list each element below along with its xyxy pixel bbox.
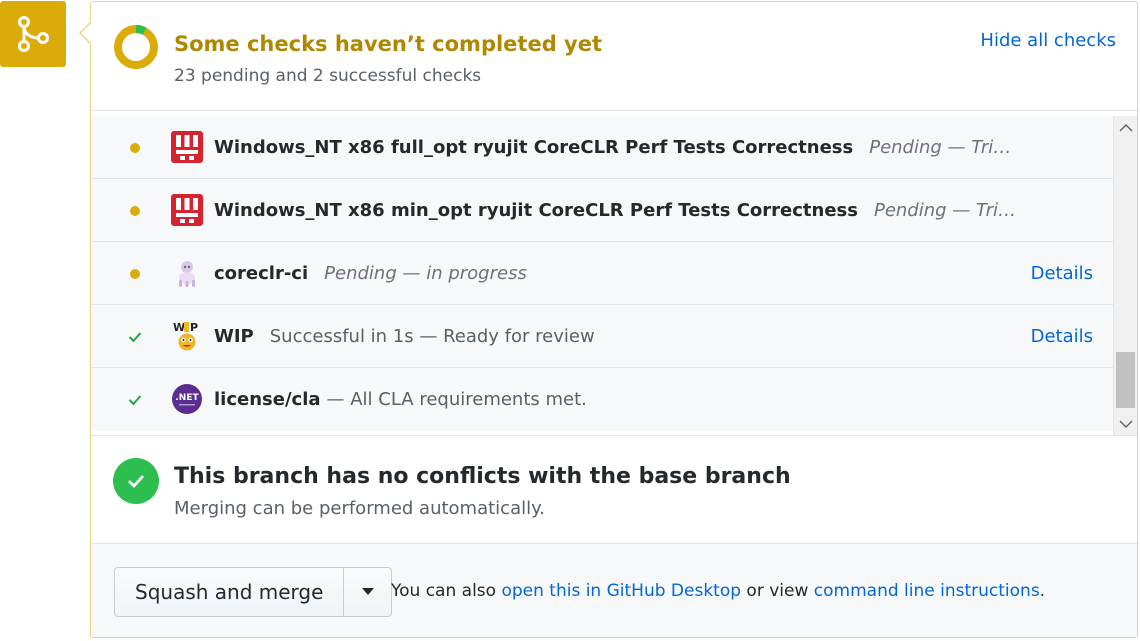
merge-alternatives-note: You can also open this in GitHub Desktop… bbox=[391, 581, 1045, 601]
check-description: — All CLA requirements met. bbox=[326, 389, 587, 410]
scroll-down-arrow-icon[interactable] bbox=[1114, 413, 1137, 435]
check-circle-icon bbox=[113, 458, 159, 504]
check-row: coreclr-ci Pending — in progress Details bbox=[91, 242, 1113, 305]
svg-text:.NET: .NET bbox=[175, 393, 199, 403]
check-row: Windows_NT x86 min_opt ryujit CoreCLR Pe… bbox=[91, 179, 1113, 242]
check-details-link[interactable]: Details bbox=[1031, 242, 1093, 305]
squash-and-merge-button[interactable]: Squash and merge bbox=[114, 567, 345, 617]
svg-text:W: W bbox=[173, 321, 185, 334]
check-context: coreclr-ci bbox=[214, 263, 309, 284]
check-context: WIP bbox=[214, 326, 254, 347]
checks-progress-ring bbox=[114, 25, 158, 69]
check-description: Pending — Tri… bbox=[869, 137, 1012, 158]
open-in-desktop-link[interactable]: open this in GitHub Desktop bbox=[501, 581, 741, 601]
note-prefix: You can also bbox=[391, 581, 502, 601]
note-suffix: . bbox=[1039, 581, 1046, 601]
check-description: Successful in 1s — Ready for review bbox=[269, 326, 595, 347]
jenkins-icon bbox=[171, 131, 203, 163]
command-line-instructions-link[interactable]: command line instructions bbox=[814, 581, 1040, 601]
panel-caret-fill bbox=[81, 23, 91, 43]
merge-actions: Squash and merge You can also open this … bbox=[91, 544, 1137, 637]
pending-status-icon bbox=[128, 242, 142, 305]
jenkins-icon bbox=[171, 194, 203, 226]
check-row: Windows_NT x86 full_opt ryujit CoreCLR P… bbox=[91, 116, 1113, 179]
svg-text:P: P bbox=[190, 321, 198, 334]
check-context: license/cla bbox=[214, 389, 321, 410]
checks-summary-subtitle: 23 pending and 2 successful checks bbox=[174, 66, 482, 86]
note-middle: or view bbox=[741, 581, 814, 601]
checks-list[interactable]: Windows_NT x86 full_opt ryujit CoreCLR P… bbox=[91, 116, 1113, 435]
merge-status-title: This branch has no conflicts with the ba… bbox=[174, 464, 791, 489]
merge-conflict-status: This branch has no conflicts with the ba… bbox=[91, 435, 1137, 544]
triangle-down-icon bbox=[361, 588, 374, 595]
check-description: Pending — Tri… bbox=[873, 200, 1017, 221]
hide-all-checks-link[interactable]: Hide all checks bbox=[980, 30, 1116, 51]
azure-pipelines-icon bbox=[171, 257, 203, 289]
check-row: W P WIP Successful in 1s — Ready for rev… bbox=[91, 305, 1113, 368]
checks-scrollbar[interactable] bbox=[1113, 116, 1137, 435]
merge-status-badge bbox=[0, 1, 66, 67]
check-details-link[interactable]: Details bbox=[1031, 305, 1093, 368]
check-context: Windows_NT x86 min_opt ryujit CoreCLR Pe… bbox=[214, 200, 858, 221]
git-merge-icon bbox=[18, 16, 49, 52]
scroll-up-arrow-icon[interactable] bbox=[1114, 116, 1137, 138]
scrollbar-thumb[interactable] bbox=[1116, 352, 1135, 408]
checks-summary-title: Some checks haven’t completed yet bbox=[174, 32, 603, 56]
merge-panel: Some checks haven’t completed yet 23 pen… bbox=[90, 1, 1138, 638]
wip-bot-icon: W P bbox=[171, 320, 203, 352]
dotnet-foundation-icon: .NET bbox=[171, 383, 203, 415]
check-success-icon bbox=[128, 305, 142, 368]
pending-status-icon bbox=[128, 179, 142, 242]
check-description: Pending — in progress bbox=[324, 263, 527, 284]
check-success-icon bbox=[128, 368, 142, 431]
check-context: Windows_NT x86 full_opt ryujit CoreCLR P… bbox=[214, 137, 854, 158]
checks-summary-header: Some checks haven’t completed yet 23 pen… bbox=[91, 2, 1137, 111]
check-row: .NET license/cla — All CLA requirements … bbox=[91, 368, 1113, 431]
merge-status-subtitle: Merging can be performed automatically. bbox=[174, 498, 545, 519]
merge-button-group: Squash and merge bbox=[114, 567, 393, 617]
merge-method-dropdown-button[interactable] bbox=[344, 567, 393, 617]
pending-status-icon bbox=[128, 116, 142, 179]
